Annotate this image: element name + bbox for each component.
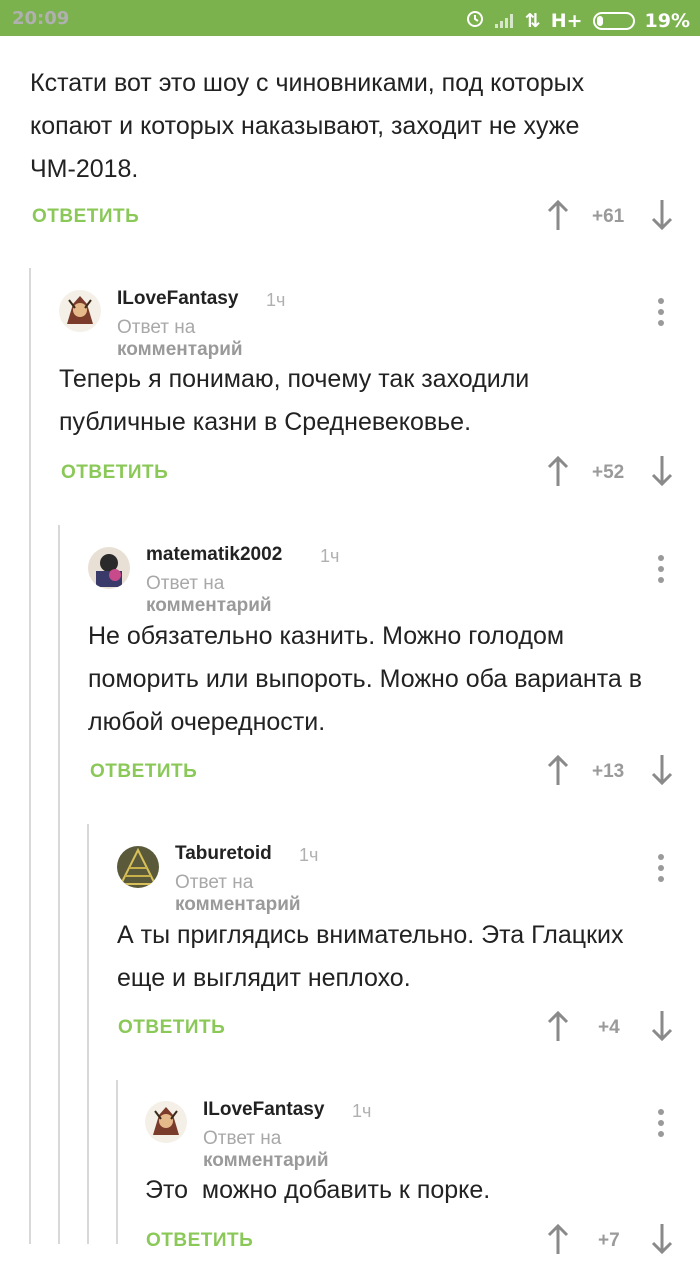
reply-to: Ответ на комментарий — [175, 872, 301, 916]
alarm-icon — [465, 8, 485, 33]
comment-author[interactable]: ILoveFantasy — [117, 288, 238, 310]
comment-score: +7 — [598, 1230, 620, 1251]
downvote-icon[interactable] — [650, 1009, 674, 1043]
avatar[interactable] — [145, 1101, 187, 1143]
reply-to-link[interactable]: комментарий — [203, 1150, 329, 1171]
comment-time: 1ч — [266, 290, 286, 310]
reply-to-link[interactable]: комментарий — [117, 339, 243, 360]
reply-to-prefix: Ответ на — [175, 872, 254, 893]
downvote-icon[interactable] — [650, 753, 674, 787]
network-type: H+ — [550, 9, 583, 32]
reply-to-prefix: Ответ на — [146, 573, 225, 594]
comment-time: 1ч — [299, 845, 319, 865]
signal-icon — [494, 13, 515, 28]
comment-body: А ты приглядись внимательно. Эта Глацких… — [117, 921, 624, 992]
avatar[interactable] — [117, 846, 159, 888]
comment-score: +61 — [592, 206, 625, 227]
comment-time: 1ч — [320, 546, 340, 566]
avatar[interactable] — [88, 547, 130, 589]
comment-actions: ОТВЕТИТЬ +4 — [118, 1009, 682, 1049]
comment-author[interactable]: matematik2002 — [146, 544, 282, 566]
reply-to: Ответ на комментарий — [203, 1128, 329, 1172]
downvote-icon[interactable] — [650, 454, 674, 488]
upvote-icon[interactable] — [546, 454, 570, 488]
comment-body: Не обязательно казнить. Можно голодом по… — [88, 622, 642, 736]
status-time: 20:09 — [12, 8, 70, 29]
reply-to-link[interactable]: комментарий — [146, 595, 272, 616]
upvote-icon[interactable] — [546, 1222, 570, 1256]
comment-actions: ОТВЕТИТЬ +7 — [146, 1222, 682, 1262]
thread-line — [29, 268, 31, 1244]
reply-to-link[interactable]: комментарий — [175, 894, 301, 915]
comment-author[interactable]: Taburetoid — [175, 843, 272, 865]
reply-button[interactable]: ОТВЕТИТЬ — [118, 1017, 225, 1039]
reply-to: Ответ на комментарий — [146, 573, 272, 617]
more-options-icon[interactable] — [658, 298, 666, 328]
battery-percent: 19% — [644, 9, 690, 32]
more-options-icon[interactable] — [658, 854, 666, 884]
downvote-icon[interactable] — [650, 198, 674, 232]
avatar[interactable] — [59, 290, 101, 332]
reply-button[interactable]: ОТВЕТИТЬ — [90, 761, 197, 783]
more-options-icon[interactable] — [658, 555, 666, 585]
upvote-icon[interactable] — [546, 198, 570, 232]
comment-body: Это можно добавить к порке. — [145, 1176, 491, 1204]
reply-to: Ответ на комментарий — [117, 317, 243, 361]
data-arrows-icon: ⇅ — [524, 9, 541, 32]
status-bar: 20:09 ⇅ H+ 19% — [0, 0, 700, 36]
comment-score: +4 — [598, 1017, 620, 1038]
comment-actions: ОТВЕТИТЬ +52 — [61, 454, 682, 494]
upvote-icon[interactable] — [546, 1009, 570, 1043]
reply-button[interactable]: ОТВЕТИТЬ — [146, 1230, 253, 1252]
thread-line — [87, 824, 89, 1244]
reply-button[interactable]: ОТВЕТИТЬ — [61, 462, 168, 484]
comment-score: +52 — [592, 462, 625, 483]
comment-actions: ОТВЕТИТЬ +61 — [32, 198, 682, 238]
comment-time: 1ч — [352, 1101, 372, 1121]
comment-body: Кстати вот это шоу с чиновниками, под ко… — [30, 69, 585, 183]
thread-line — [116, 1080, 118, 1244]
upvote-icon[interactable] — [546, 753, 570, 787]
more-options-icon[interactable] — [658, 1109, 666, 1139]
comment-body: Теперь я понимаю, почему так заходили пу… — [59, 365, 530, 436]
thread-line — [58, 525, 60, 1244]
comment-score: +13 — [592, 761, 625, 782]
reply-to-prefix: Ответ на — [203, 1128, 282, 1149]
reply-to-prefix: Ответ на — [117, 317, 196, 338]
battery-icon — [592, 11, 635, 30]
comment-author[interactable]: ILoveFantasy — [203, 1099, 324, 1121]
reply-button[interactable]: ОТВЕТИТЬ — [32, 206, 139, 228]
comment-actions: ОТВЕТИТЬ +13 — [90, 753, 682, 793]
downvote-icon[interactable] — [650, 1222, 674, 1256]
